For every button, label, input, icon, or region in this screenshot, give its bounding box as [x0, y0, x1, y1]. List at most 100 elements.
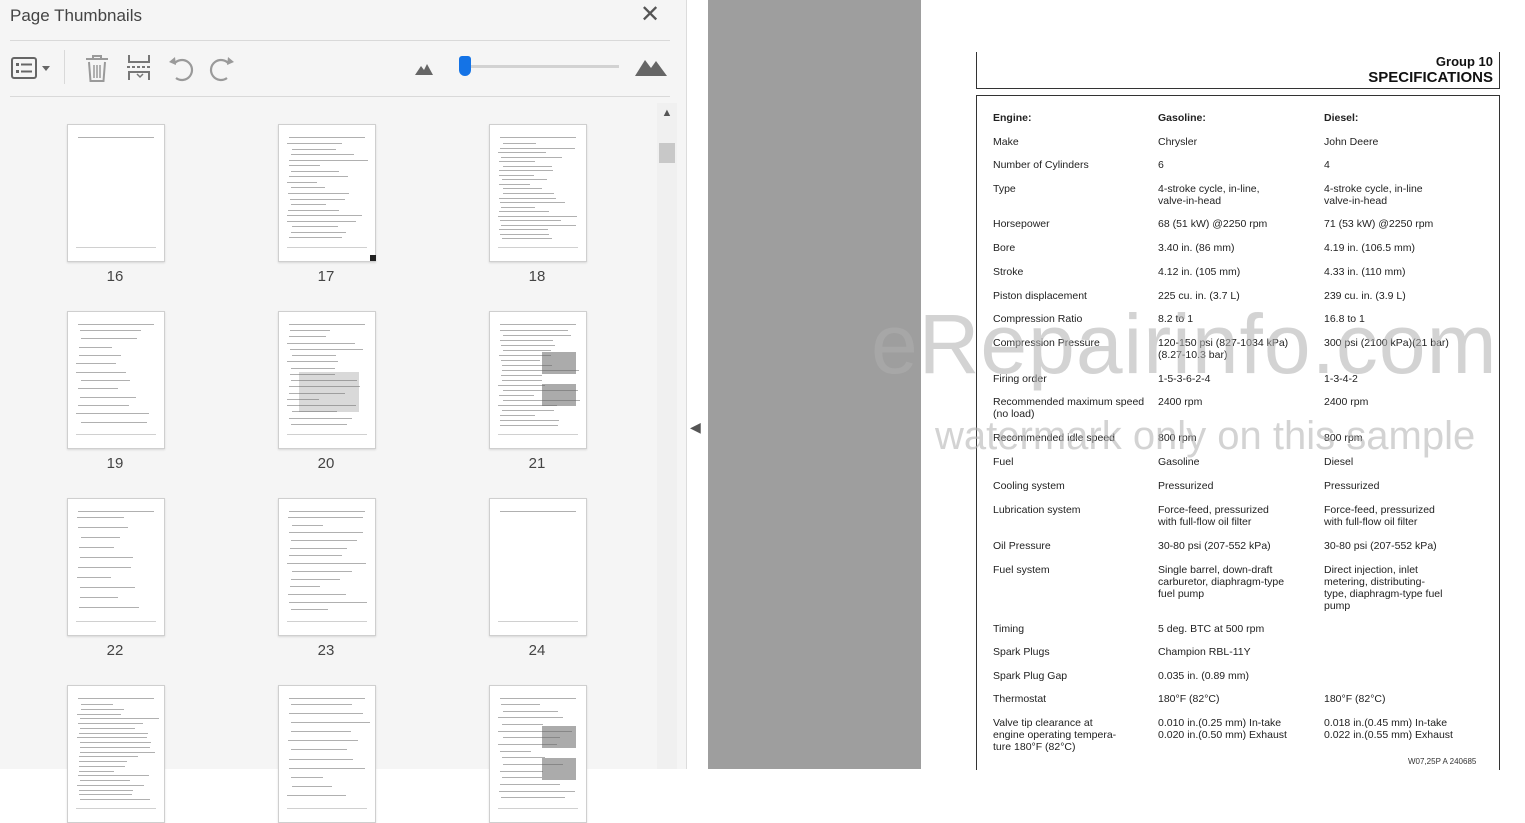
- table-cell: Single barrel, down-draft carburetor, dia…: [1158, 564, 1285, 600]
- page-thumbnail[interactable]: [278, 685, 376, 823]
- group-label: Group 10: [1435, 54, 1493, 69]
- panel-title: Page Thumbnails: [10, 6, 142, 25]
- table-cell: 4-stroke cycle, in-line valve-in-head: [1324, 183, 1423, 207]
- thumbnail-page-number: 17: [317, 268, 335, 285]
- table-cell: 2400 rpm: [1324, 396, 1369, 408]
- table-cell: 5 deg. BTC at 500 rpm: [1158, 623, 1265, 635]
- small-mountain-icon: [415, 64, 433, 75]
- section-title: SPECIFICATIONS: [1368, 69, 1493, 86]
- thumbnail-page-number: 21: [528, 455, 546, 472]
- table-cell: Fuel system: [993, 564, 1050, 576]
- thumbnail-page-number: 23: [317, 642, 335, 659]
- table-cell: Champion RBL-11Y: [1158, 646, 1251, 658]
- current-page-marker: [370, 255, 376, 261]
- table-cell: 180°F (82°C): [1324, 693, 1386, 705]
- page-thumbnail[interactable]: [67, 311, 165, 449]
- page-thumbnail[interactable]: [489, 498, 587, 636]
- toolbar-divider: [10, 96, 670, 97]
- zoom-in-thumbnails-button[interactable]: [634, 52, 668, 84]
- table-cell: Oil Pressure: [993, 540, 1051, 552]
- table-cell: 4.12 in. (105 mm): [1158, 266, 1241, 278]
- table-cell: Valve tip clearance at engine operating t…: [993, 717, 1117, 753]
- table-cell: Direct injection, inlet metering, distrib…: [1324, 564, 1443, 612]
- options-list-icon: [11, 57, 50, 79]
- rotate-clockwise-button[interactable]: [207, 52, 237, 84]
- table-cell: Pressurized: [1158, 480, 1214, 492]
- title-divider: [10, 40, 670, 41]
- insert-pages-button[interactable]: [124, 52, 154, 84]
- thumbnail-page-number: 18: [528, 268, 546, 285]
- rotate-clockwise-icon: [209, 57, 234, 82]
- page-thumbnail[interactable]: [278, 498, 376, 636]
- trash-icon: [86, 55, 108, 82]
- table-cell: 30-80 psi (207-552 kPa): [1324, 540, 1437, 552]
- scroll-up-arrow-icon[interactable]: ▲: [657, 103, 677, 123]
- table-cell: Chrysler: [1158, 136, 1198, 148]
- collapse-panel-arrow-icon[interactable]: ◀: [690, 419, 706, 435]
- thumbnail-page-number: 22: [106, 642, 124, 659]
- table-cell: 6: [1158, 159, 1164, 171]
- options-menu-button[interactable]: [10, 52, 54, 84]
- page-thumbnail[interactable]: [489, 311, 587, 449]
- table-cell: 3.40 in. (86 mm): [1158, 242, 1235, 254]
- table-cell: 2400 rpm: [1158, 396, 1203, 408]
- table-cell: Type: [993, 183, 1016, 195]
- table-cell: Bore: [993, 242, 1016, 254]
- page-header-box: Group 10 SPECIFICATIONS: [976, 52, 1500, 89]
- page-thumbnail[interactable]: [489, 124, 587, 262]
- table-cell: Make: [993, 136, 1019, 148]
- rotate-counterclockwise-button[interactable]: [166, 52, 196, 84]
- thumbnail-page-number: 16: [106, 268, 124, 285]
- table-cell: 0.035 in. (0.89 mm): [1158, 670, 1250, 682]
- table-cell: Force-feed, pressurized with full-flow oi…: [1324, 504, 1435, 528]
- table-cell: John Deere: [1324, 136, 1379, 148]
- page-thumbnail[interactable]: [278, 311, 376, 449]
- thumbnail-page-number: 24: [528, 642, 546, 659]
- table-header-cell: Gasoline:: [1158, 112, 1206, 124]
- chevron-down-icon: [42, 66, 50, 71]
- thumbnails-scrollbar[interactable]: ▲: [657, 103, 677, 769]
- table-cell: Pressurized: [1324, 480, 1380, 492]
- zoom-out-thumbnails-button[interactable]: [413, 52, 435, 84]
- table-cell: Number of Cylinders: [993, 159, 1089, 171]
- page-thumbnail[interactable]: [67, 124, 165, 262]
- table-cell: 0.018 in.(0.45 mm) In-take 0.022 in.(0.55…: [1324, 717, 1453, 741]
- thumbnail-page-number: 20: [317, 455, 335, 472]
- delete-pages-button[interactable]: [82, 52, 112, 84]
- page-thumbnail[interactable]: [278, 124, 376, 262]
- large-mountain-icon: [635, 60, 667, 76]
- watermark-line-1: eRepairinfo.com: [871, 297, 1498, 391]
- table-cell: Cooling system: [993, 480, 1065, 492]
- table-cell: 68 (51 kW) @2250 rpm: [1158, 218, 1268, 230]
- table-cell: Spark Plugs: [993, 646, 1050, 658]
- page-thumbnails-panel: Page Thumbnails ✕ 16 17 18 19 20 21 22 2…: [0, 0, 687, 823]
- table-cell: 0.010 in.(0.25 mm) In-take 0.020 in.(0.50…: [1158, 717, 1287, 741]
- footer-code: W07,25P A 240685: [1408, 757, 1477, 766]
- table-cell: 4: [1324, 159, 1330, 171]
- table-cell: Thermostat: [993, 693, 1047, 705]
- scrollbar-thumb[interactable]: [659, 143, 675, 163]
- thumbnail-size-slider[interactable]: [463, 65, 619, 68]
- table-cell: Timing: [993, 623, 1025, 635]
- table-cell: 71 (53 kW) @2250 rpm: [1324, 218, 1434, 230]
- table-header-cell: Engine:: [993, 112, 1032, 124]
- table-cell: Spark Plug Gap: [993, 670, 1068, 682]
- table-cell: 30-80 psi (207-552 kPa): [1158, 540, 1271, 552]
- table-cell: 4.33 in. (110 mm): [1324, 266, 1406, 278]
- insert-pages-icon: [127, 55, 151, 80]
- thumbnail-page-number: 19: [106, 455, 124, 472]
- table-cell: Stroke: [993, 266, 1024, 278]
- thumbnail-size-handle[interactable]: [459, 56, 471, 76]
- table-cell: Force-feed, pressurized with full-flow oi…: [1158, 504, 1269, 528]
- table-header-cell: Diesel:: [1324, 112, 1359, 124]
- table-cell: 180°F (82°C): [1158, 693, 1220, 705]
- page-thumbnail[interactable]: [489, 685, 587, 823]
- page-thumbnail[interactable]: [67, 685, 165, 823]
- table-cell: Horsepower: [993, 218, 1050, 230]
- page-thumbnail[interactable]: [67, 498, 165, 636]
- toolbar-separator: [64, 50, 65, 84]
- table-cell: 4.19 in. (106.5 mm): [1324, 242, 1416, 254]
- table-cell: Lubrication system: [993, 504, 1081, 516]
- close-panel-button[interactable]: ✕: [638, 3, 662, 28]
- rotate-counterclockwise-icon: [169, 57, 194, 82]
